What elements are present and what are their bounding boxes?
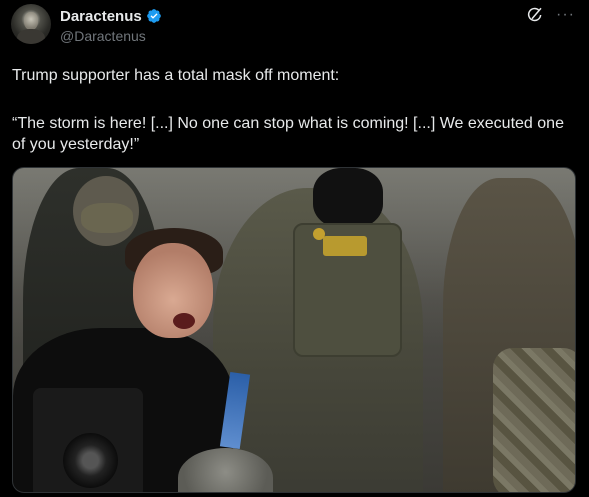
author-display-name[interactable]: Daractenus [60, 8, 142, 25]
camera-lens [63, 433, 118, 488]
camouflage-uniform [493, 348, 575, 492]
post: Daractenus @Daractenus ··· Trump support… [0, 0, 589, 497]
face-mask [81, 203, 133, 233]
shoulder-patch [313, 228, 325, 240]
author-name-row[interactable]: Daractenus [60, 6, 162, 26]
protester-mouth [173, 313, 195, 329]
agent-balaclava [313, 168, 383, 228]
post-text-line: Trump supporter has a total mask off mom… [12, 67, 340, 84]
more-options-button[interactable]: ··· [556, 6, 575, 24]
post-image[interactable] [12, 167, 576, 493]
verified-badge-icon [146, 9, 161, 23]
vest-badge [323, 236, 367, 256]
author-avatar[interactable] [11, 4, 51, 44]
grok-icon[interactable] [526, 6, 544, 24]
author-handle[interactable]: @Daractenus [60, 28, 146, 44]
post-top-actions: ··· [526, 6, 575, 24]
post-text-quote: “The storm is here! [...] No one can sto… [12, 115, 569, 153]
